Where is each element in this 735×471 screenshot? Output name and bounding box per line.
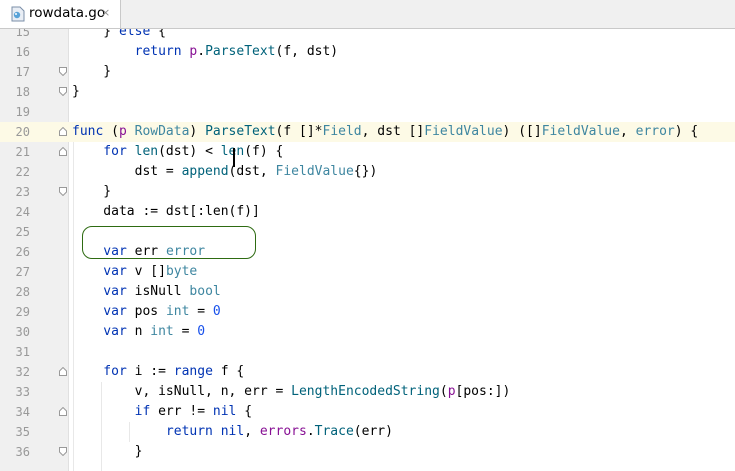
indent-guide [101, 382, 102, 471]
code-line: 19 [0, 102, 735, 122]
code-line: 31 [0, 342, 735, 362]
line-number: 24 [15, 205, 30, 219]
code-line: 30 var n int = 0 [0, 322, 735, 342]
code-text: if err != nil { [72, 404, 253, 419]
code-text: } [72, 184, 112, 199]
line-number: 31 [15, 345, 30, 359]
indent-guide [129, 422, 130, 442]
code-text: var pos int = 0 [72, 304, 221, 319]
text-caret [233, 148, 235, 167]
code-line: 16 return p.ParseText(f, dst) [0, 42, 735, 62]
line-number: 18 [15, 85, 30, 99]
line-number: 34 [15, 405, 30, 419]
line-number: 20 [15, 125, 30, 139]
close-icon[interactable]: × [101, 6, 110, 19]
code-text: } [72, 64, 112, 79]
code-text: v, isNull, n, err = LengthEncodedString(… [72, 384, 511, 399]
line-number: 23 [15, 185, 30, 199]
code-line: 15 } else { [0, 29, 735, 42]
line-number: 29 [15, 305, 30, 319]
code-text: var n int = 0 [72, 324, 206, 339]
code-line: 24 data := dst[:len(f)] [0, 202, 735, 222]
code-text: for i := range f { [72, 364, 245, 379]
line-number: 15 [15, 29, 30, 39]
fold-start-icon[interactable] [59, 367, 67, 376]
line-number: 36 [15, 445, 30, 459]
code-line: 35 return nil, errors.Trace(err) [0, 422, 735, 442]
code-text: for len(dst) < len(f) { [72, 144, 284, 159]
code-line: 36 } [0, 442, 735, 462]
line-number: 28 [15, 285, 30, 299]
code-line: 32 for i := range f { [0, 362, 735, 382]
code-text: func (p RowData) ParseText(f []*Field, d… [72, 124, 699, 139]
code-text: } else { [72, 29, 166, 39]
fold-end-icon[interactable] [59, 87, 67, 96]
code-line: 21 for len(dst) < len(f) { [0, 142, 735, 162]
code-text: data := dst[:len(f)] [72, 204, 260, 219]
code-text: var v []byte [72, 264, 198, 279]
line-number: 17 [15, 65, 30, 79]
fold-start-icon[interactable] [59, 127, 67, 136]
go-file-icon [11, 6, 25, 22]
code-line: 18 } [0, 82, 735, 102]
line-number: 30 [15, 325, 30, 339]
code-line: 34 if err != nil { [0, 402, 735, 422]
line-number: 32 [15, 365, 30, 379]
line-number: 27 [15, 265, 30, 279]
code-line: 17 } [0, 62, 735, 82]
fold-start-icon[interactable] [59, 147, 67, 156]
line-number: 33 [15, 385, 30, 399]
code-line: 29 var pos int = 0 [0, 302, 735, 322]
code-line: 27 var v []byte [0, 262, 735, 282]
code-text: } [72, 84, 80, 99]
line-number: 26 [15, 245, 30, 259]
annotation-highlight-box [82, 226, 256, 259]
line-number: 16 [15, 45, 30, 59]
line-number: 22 [15, 165, 30, 179]
fold-end-icon[interactable] [59, 447, 67, 456]
code-line: 22 dst = append(dst, FieldValue{}) [0, 162, 735, 182]
code-text: return nil, errors.Trace(err) [72, 424, 393, 439]
tab-rowdata-go[interactable]: rowdata.go × [0, 0, 121, 28]
tab-filename: rowdata.go [29, 5, 106, 21]
indent-guide [73, 142, 74, 471]
code-text: return p.ParseText(f, dst) [72, 44, 339, 59]
code-line: 33 v, isNull, n, err = LengthEncodedStri… [0, 382, 735, 402]
line-number: 19 [15, 105, 30, 119]
code-text: var isNull bool [72, 284, 221, 299]
code-text: } [72, 444, 143, 459]
line-number: 35 [15, 425, 30, 439]
fold-end-icon[interactable] [59, 67, 67, 76]
fold-start-icon[interactable] [59, 407, 67, 416]
code-line: 28 var isNull bool [0, 282, 735, 302]
code-text: dst = append(dst, FieldValue{}) [72, 164, 378, 179]
code-line: 23 } [0, 182, 735, 202]
fold-end-icon[interactable] [59, 187, 67, 196]
code-line-current: 20 func (p RowData) ParseText(f []*Field… [0, 122, 735, 142]
line-number: 25 [15, 225, 30, 239]
line-number: 21 [15, 145, 30, 159]
editor-tab-bar: rowdata.go × [0, 0, 735, 29]
code-editor[interactable]: 15 } else { 16 return p.ParseText(f, dst… [0, 29, 735, 471]
